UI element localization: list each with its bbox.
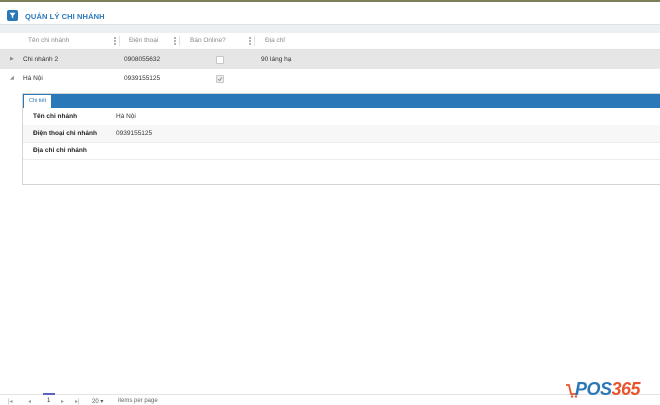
detail-value: 0939155125: [116, 130, 153, 137]
pager: |◂ ◂ 1 ▸ ▸| 20 ▾ items per page: [0, 393, 660, 405]
chevron-down-icon: ▾: [100, 399, 104, 405]
cell-name: Hà Nội: [23, 75, 43, 82]
filter-toggle-button[interactable]: [7, 10, 18, 21]
column-header-address[interactable]: Địa chỉ: [265, 33, 285, 49]
column-header-name[interactable]: Tên chi nhánh: [28, 33, 69, 49]
online-checkbox[interactable]: [216, 56, 224, 64]
page-header: QUẢN LÝ CHI NHÁNH: [0, 2, 660, 25]
column-menu-icon[interactable]: [174, 37, 176, 45]
tab-detail[interactable]: Chi tiết: [24, 95, 52, 108]
toolbar-band: [0, 25, 660, 33]
expand-arrow-icon[interactable]: ▶: [10, 50, 14, 69]
column-separator[interactable]: [254, 36, 255, 46]
column-header-phone[interactable]: Điện thoại: [129, 33, 158, 49]
online-checkbox[interactable]: [216, 75, 224, 83]
cell-phone: 0939155125: [124, 75, 161, 82]
per-page-label: items per page: [118, 398, 158, 404]
filter-icon: [9, 12, 16, 19]
cell-address: 90 láng hạ: [261, 56, 292, 63]
column-separator[interactable]: [179, 36, 180, 46]
table-row[interactable]: ◢ Hà Nội 0939155125: [0, 69, 660, 88]
cell-name: Chi nhánh 2: [23, 56, 59, 63]
detail-label: Tên chi nhánh: [33, 113, 78, 120]
cell-phone: 0908055632: [124, 56, 161, 63]
detail-row: Điện thoại chi nhánh 0939155125: [23, 125, 660, 143]
collapse-arrow-icon[interactable]: ◢: [10, 69, 14, 88]
column-menu-icon[interactable]: [114, 37, 116, 45]
column-separator[interactable]: [119, 36, 120, 46]
detail-label: Điện thoại chi nhánh: [33, 130, 97, 137]
column-menu-icon[interactable]: [249, 37, 251, 45]
detail-value: Hà Nội: [116, 113, 136, 120]
detail-label: Địa chỉ chi nhánh: [33, 147, 87, 154]
detail-tabbar: Chi tiết: [23, 94, 660, 108]
check-icon: [217, 77, 223, 82]
detail-row: Tên chi nhánh Hà Nội: [23, 108, 660, 126]
current-page[interactable]: 1: [43, 393, 55, 405]
column-header-online[interactable]: Bán Online?: [190, 33, 226, 49]
detail-row: Địa chỉ chi nhánh: [23, 142, 660, 160]
grid-header: Tên chi nhánh Điện thoại Bán Online? Địa…: [0, 33, 660, 50]
detail-panel: Chi tiết Tên chi nhánh Hà Nội Điện thoại…: [22, 93, 660, 185]
pos365-logo: POS365: [566, 379, 656, 401]
table-row[interactable]: ▶ Chi nhánh 2 0908055632 90 láng hạ: [0, 50, 660, 69]
page-title: QUẢN LÝ CHI NHÁNH: [25, 12, 105, 21]
